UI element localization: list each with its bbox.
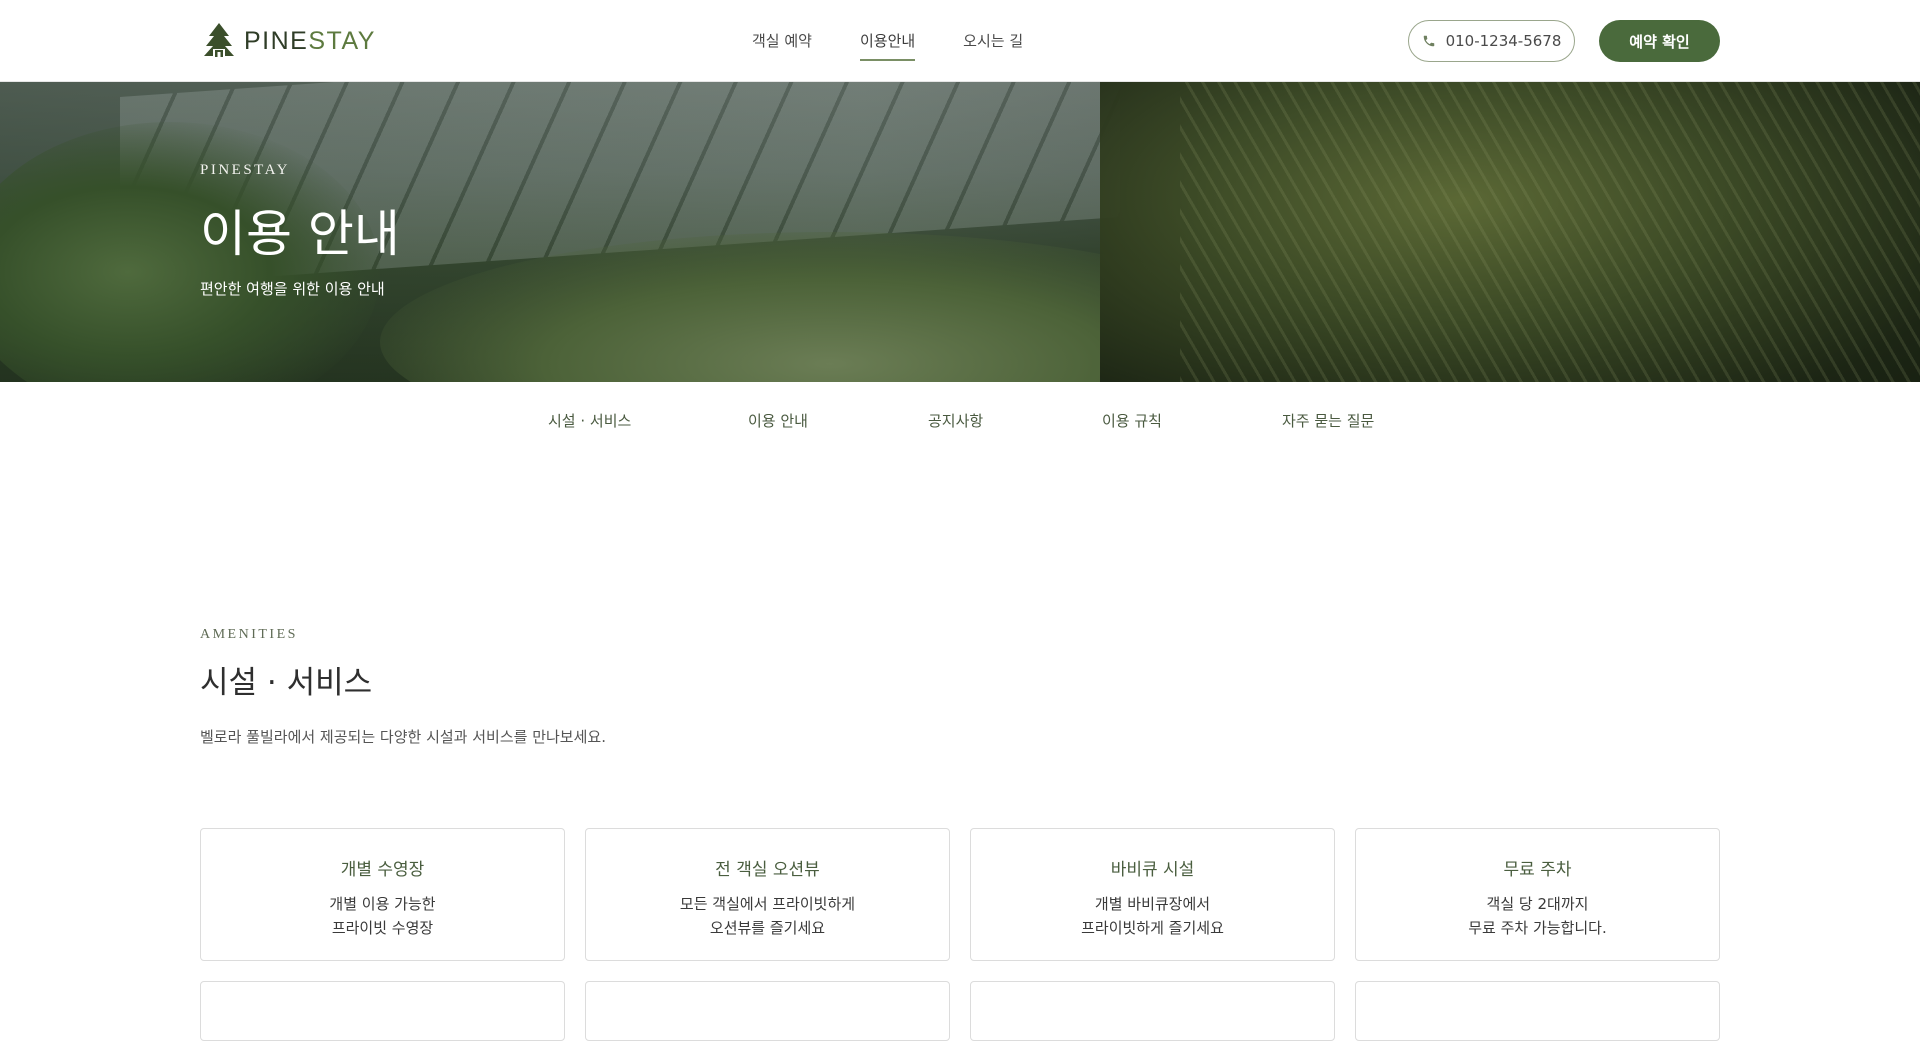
subnav-item-rules[interactable]: 이용 규칙 xyxy=(1102,410,1162,431)
logo-text: PINESTAY xyxy=(244,26,376,55)
pine-tree-icon xyxy=(204,23,234,57)
amenity-card xyxy=(970,981,1335,1041)
main-nav: 객실 예약 이용안내 오시는 길 xyxy=(752,30,1023,61)
amenity-card-title: 개별 수영장 xyxy=(340,860,425,880)
subnav-item-guide[interactable]: 이용 안내 xyxy=(748,410,808,431)
reservation-check-button[interactable]: 예약 확인 xyxy=(1599,20,1720,62)
hero-banner: PINESTAY 이용 안내 편안한 여행을 위한 이용 안내 xyxy=(0,82,1920,382)
phone-button[interactable]: 010-1234-5678 xyxy=(1408,20,1575,62)
amenity-card-desc: 모든 객실에서 프라이빗하게 오션뷰를 즐기세요 xyxy=(679,895,856,937)
page-title: 이용 안내 xyxy=(200,205,400,263)
section-eyebrow: AMENITIES xyxy=(200,627,298,642)
amenity-card-ocean-view: 전 객실 오션뷰 모든 객실에서 프라이빗하게 오션뷰를 즐기세요 xyxy=(585,828,950,961)
amenity-card-desc: 개별 이용 가능한 프라이빗 수영장 xyxy=(329,895,436,937)
nav-item-room-reservation[interactable]: 객실 예약 xyxy=(752,30,812,61)
hero-background-fronds xyxy=(1180,82,1920,382)
amenity-card xyxy=(585,981,950,1041)
amenity-card-private-pool: 개별 수영장 개별 이용 가능한 프라이빗 수영장 xyxy=(200,828,565,961)
nav-item-guide[interactable]: 이용안내 xyxy=(859,30,916,61)
site-header: PINESTAY 객실 예약 이용안내 오시는 길 010-1234-5678 … xyxy=(0,0,1920,82)
amenity-card-title: 무료 주차 xyxy=(1503,860,1572,880)
subnav-item-faq[interactable]: 자주 묻는 질문 xyxy=(1282,410,1374,431)
sub-nav: 시설 · 서비스 이용 안내 공지사항 이용 규칙 자주 묻는 질문 xyxy=(0,382,1920,460)
hero-brand: PINESTAY xyxy=(200,162,290,178)
amenity-card-title: 바비큐 시설 xyxy=(1110,860,1195,880)
section-description: 벨로라 풀빌라에서 제공되는 다양한 시설과 서비스를 만나보세요. xyxy=(200,728,606,746)
logo[interactable]: PINESTAY xyxy=(202,22,376,60)
page-subtitle: 편안한 여행을 위한 이용 안내 xyxy=(200,280,385,298)
amenity-card xyxy=(1355,981,1720,1041)
amenity-card xyxy=(200,981,565,1041)
amenity-card-bbq: 바비큐 시설 개별 바비큐장에서 프라이빗하게 즐기세요 xyxy=(970,828,1335,961)
amenity-card-desc: 객실 당 2대까지 무료 주차 가능합니다. xyxy=(1468,895,1607,937)
phone-number: 010-1234-5678 xyxy=(1445,32,1562,50)
subnav-item-amenities[interactable]: 시설 · 서비스 xyxy=(548,410,631,431)
amenity-card-title: 전 객실 오션뷰 xyxy=(715,860,820,880)
section-title: 시설 · 서비스 xyxy=(200,665,373,701)
subnav-item-notices[interactable]: 공지사항 xyxy=(928,410,983,431)
amenity-card-desc: 개별 바비큐장에서 프라이빗하게 즐기세요 xyxy=(1081,895,1224,937)
amenity-card-free-parking: 무료 주차 객실 당 2대까지 무료 주차 가능합니다. xyxy=(1355,828,1720,961)
nav-item-directions[interactable]: 오시는 길 xyxy=(963,30,1023,61)
phone-icon xyxy=(1423,35,1434,47)
